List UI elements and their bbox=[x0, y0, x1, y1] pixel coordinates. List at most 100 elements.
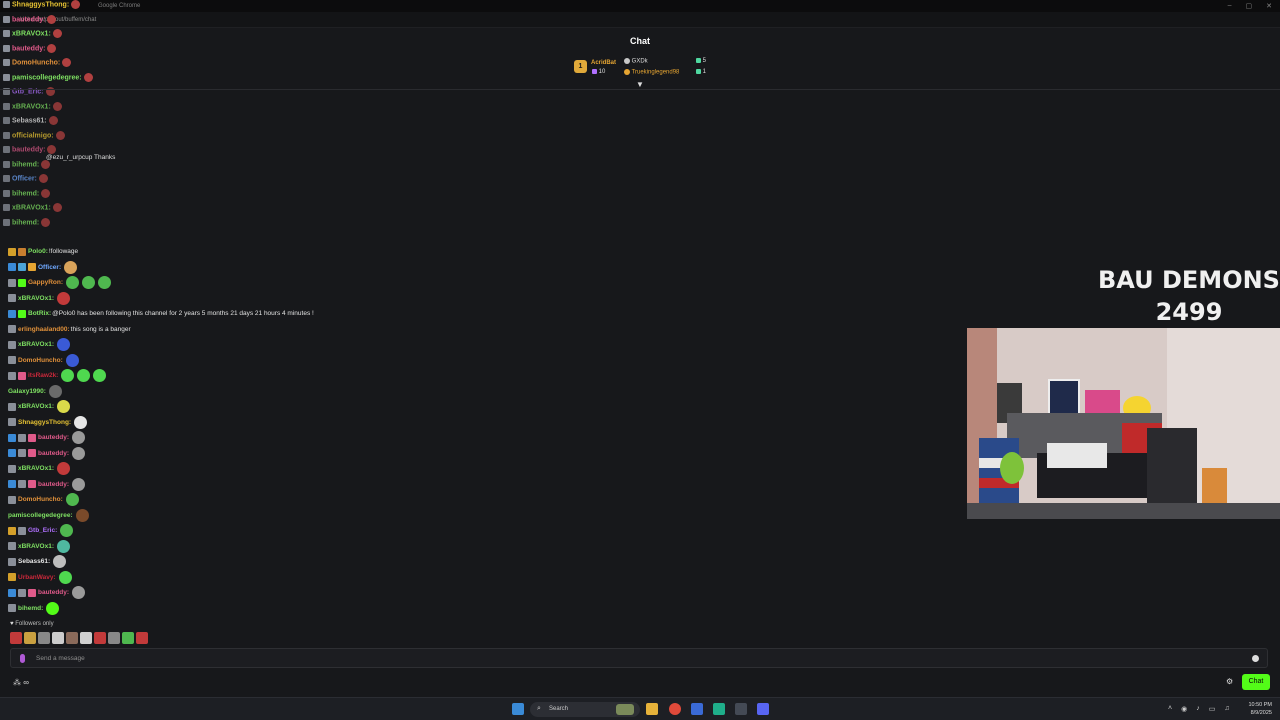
ghost-username[interactable]: officialmigo: bbox=[12, 132, 54, 139]
gifter-count: 1 bbox=[702, 69, 707, 76]
chat-send-button[interactable]: Chat bbox=[1242, 674, 1270, 690]
emote-shortcut-icon[interactable] bbox=[10, 632, 22, 644]
gifter-entry[interactable]: AcridBat bbox=[591, 60, 616, 66]
chat-tools[interactable]: ⁂ ∞ bbox=[13, 678, 29, 687]
search-icon: ⌕ bbox=[537, 705, 541, 712]
chat-message-text: @Polo0 has been following this channel f… bbox=[52, 310, 314, 318]
chat-message: xBRAVOx1: bbox=[8, 337, 448, 353]
address-bar[interactable]: kick.com/popout/buffem/chat bbox=[0, 12, 1280, 28]
chat-username[interactable]: xBRAVOx1: bbox=[18, 543, 54, 550]
ghost-username[interactable]: ShnaggysThong: bbox=[12, 1, 69, 8]
user-badge-icon bbox=[3, 189, 10, 197]
collapse-icon[interactable]: ▼ bbox=[634, 81, 646, 89]
emote-shortcut-icon[interactable] bbox=[136, 632, 148, 644]
display-icon[interactable]: ▭ bbox=[1209, 705, 1216, 713]
chat-username[interactable]: bauteddy: bbox=[38, 481, 69, 488]
ghost-username[interactable]: xBRAVOx1: bbox=[12, 204, 51, 211]
ghost-username[interactable]: bauteddy: bbox=[12, 16, 45, 23]
chat-username[interactable]: Officer: bbox=[38, 264, 61, 271]
gifter-entry[interactable]: Truekinglegend98 bbox=[624, 69, 679, 76]
minimize-icon[interactable]: – bbox=[1228, 2, 1232, 10]
chat-username[interactable]: DomoHuncho: bbox=[18, 357, 63, 364]
followers-only-label: Followers only bbox=[15, 621, 54, 627]
app-icon[interactable] bbox=[735, 703, 747, 715]
chat-message: bauteddy: bbox=[8, 477, 448, 493]
chat-username[interactable]: Galaxy1990: bbox=[8, 388, 46, 395]
user-badge-icon bbox=[28, 588, 36, 597]
gift-icon bbox=[696, 58, 701, 63]
ghost-username[interactable]: Officer: bbox=[12, 175, 37, 182]
maximize-icon[interactable]: ▢ bbox=[1246, 2, 1253, 10]
infinity-icon[interactable]: ∞ bbox=[23, 678, 29, 687]
mic-icon[interactable] bbox=[20, 654, 25, 663]
chat-username[interactable]: bihemd: bbox=[18, 605, 43, 612]
clock-date: 8/9/2025 bbox=[1250, 710, 1272, 716]
emote-icon bbox=[72, 586, 86, 600]
network-icon[interactable]: ◉ bbox=[1181, 705, 1187, 713]
emote-icon bbox=[75, 508, 89, 522]
gifter-entry[interactable]: GXDk bbox=[624, 58, 648, 65]
clock[interactable]: 10:50 PM 8/9/2025 bbox=[1248, 701, 1272, 717]
chrome-icon[interactable] bbox=[669, 703, 681, 715]
users-icon[interactable]: ⁂ bbox=[13, 678, 21, 687]
user-badge-icon bbox=[28, 449, 36, 458]
taskbar-search[interactable]: ⌕ Search bbox=[530, 702, 640, 717]
ghost-username[interactable]: Sebass61: bbox=[12, 117, 47, 124]
emote-shortcut-icon[interactable] bbox=[122, 632, 134, 644]
chat-message: Galaxy1990: bbox=[8, 384, 448, 400]
app-icon[interactable] bbox=[713, 703, 725, 715]
emote-shortcut-icon[interactable] bbox=[38, 632, 50, 644]
chat-username[interactable]: Gtb_Eric: bbox=[28, 527, 57, 534]
ghost-chat-line: bauteddy: bbox=[3, 145, 57, 154]
ghost-username[interactable]: bihemd: bbox=[12, 219, 39, 226]
chat-username[interactable]: xBRAVOx1: bbox=[18, 295, 54, 302]
emote-icon bbox=[65, 353, 79, 367]
emote-shortcut-icon[interactable] bbox=[52, 632, 64, 644]
emote-shortcut-icon[interactable] bbox=[24, 632, 36, 644]
ghost-chat-line: bauteddy: bbox=[3, 14, 57, 24]
chat-message: bauteddy: bbox=[8, 430, 448, 446]
chat-username[interactable]: GappyRon: bbox=[28, 279, 63, 286]
chat-username[interactable]: erlinghaaland00: bbox=[18, 326, 70, 333]
chat-username[interactable]: bauteddy: bbox=[38, 434, 69, 441]
ghost-username[interactable]: bihemd: bbox=[12, 161, 39, 168]
ghost-username[interactable]: bihemd: bbox=[12, 190, 39, 197]
chat-username[interactable]: itsRaw2k: bbox=[28, 372, 58, 379]
ghost-username[interactable]: bauteddy: bbox=[12, 146, 45, 153]
chat-username[interactable]: bauteddy: bbox=[38, 589, 69, 596]
chat-username[interactable]: xBRAVOx1: bbox=[18, 465, 54, 472]
emote-shortcut-icon[interactable] bbox=[66, 632, 78, 644]
chat-username[interactable]: Polo0: bbox=[28, 248, 48, 255]
mic-tray-icon[interactable]: ♪ bbox=[1196, 705, 1200, 713]
emote-icon bbox=[61, 369, 75, 383]
chat-username[interactable]: DomoHuncho: bbox=[18, 496, 63, 503]
close-icon[interactable]: ✕ bbox=[1266, 2, 1272, 10]
chat-username[interactable]: pamiscollegedegree: bbox=[8, 512, 73, 519]
emote-shortcut-icon[interactable] bbox=[80, 632, 92, 644]
webcam-scene bbox=[967, 328, 1280, 519]
volume-icon[interactable]: ♫ bbox=[1224, 705, 1229, 713]
gear-icon[interactable]: ⚙ bbox=[1226, 677, 1233, 686]
user-badge-icon bbox=[18, 371, 26, 380]
chat-username[interactable]: ShnaggysThong: bbox=[18, 419, 71, 426]
emote-shortcut-icon[interactable] bbox=[108, 632, 120, 644]
file-explorer-icon[interactable] bbox=[646, 703, 658, 715]
discord-icon[interactable] bbox=[757, 703, 769, 715]
ghost-username[interactable]: xBRAVOx1: bbox=[12, 103, 51, 110]
steam-icon[interactable] bbox=[691, 703, 703, 715]
window-controls: – ▢ ✕ bbox=[1228, 2, 1272, 10]
user-badge-icon bbox=[3, 204, 10, 211]
clock-time: 10:50 PM bbox=[1248, 702, 1272, 708]
start-icon[interactable] bbox=[512, 703, 524, 715]
chat-username[interactable]: bauteddy: bbox=[38, 450, 69, 457]
chevron-up-icon[interactable]: ˄ bbox=[1168, 705, 1172, 713]
message-input[interactable]: Send a message bbox=[10, 648, 1268, 668]
emoji-icon[interactable] bbox=[1252, 655, 1259, 662]
chat-username[interactable]: Sebass61: bbox=[18, 558, 50, 565]
chat-username[interactable]: xBRAVOx1: bbox=[18, 341, 54, 348]
ghost-chat-line: xBRAVOx1: bbox=[3, 203, 62, 212]
chat-username[interactable]: xBRAVOx1: bbox=[18, 403, 54, 410]
emote-shortcut-icon[interactable] bbox=[94, 632, 106, 644]
chat-username[interactable]: UrbanWavy: bbox=[18, 574, 56, 581]
chat-username[interactable]: BotRix: bbox=[28, 310, 51, 317]
